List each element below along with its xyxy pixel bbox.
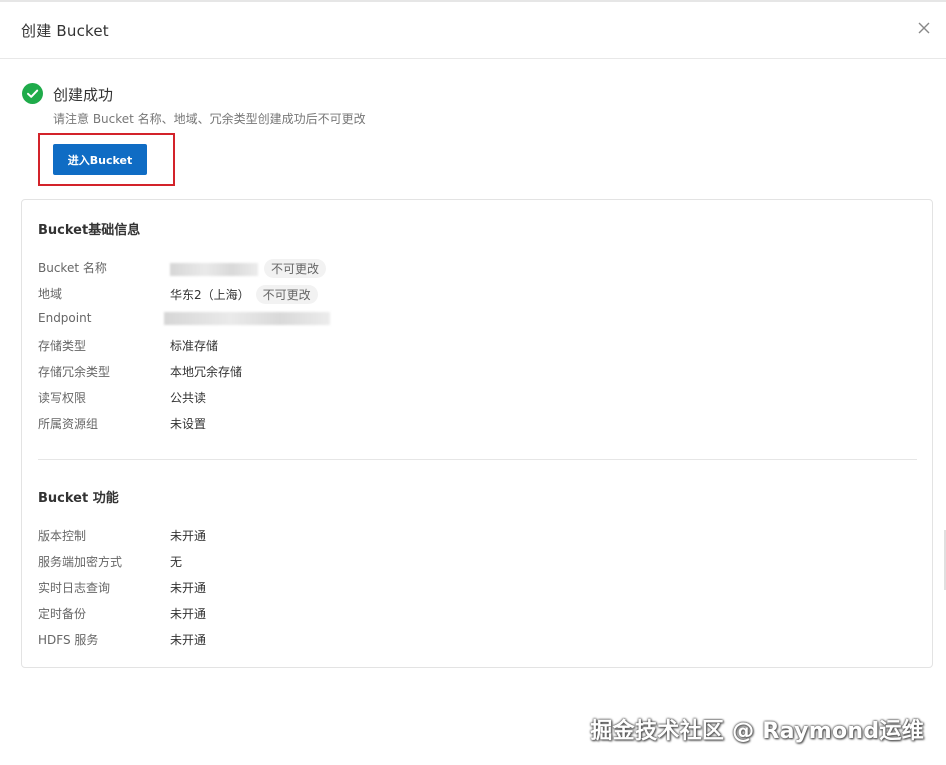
feature-row-realtime-log: 实时日志查询 未开通	[38, 579, 898, 597]
info-label: Endpoint	[38, 311, 92, 325]
success-note: 请注意 Bucket 名称、地域、冗余类型创建成功后不可更改	[53, 112, 366, 126]
close-icon	[918, 22, 930, 34]
info-row-resource-group: 所属资源组 未设置	[38, 415, 898, 433]
info-label: Bucket 名称	[38, 261, 107, 275]
redacted-endpoint	[164, 312, 330, 325]
info-label: 存储冗余类型	[38, 365, 111, 379]
feature-label: HDFS 服务	[38, 633, 99, 647]
section-divider	[38, 459, 917, 460]
info-row-acl: 读写权限 公共读	[38, 389, 898, 407]
feature-row-encryption: 服务端加密方式 无	[38, 553, 898, 571]
info-row-storage-class: 存储类型 标准存储	[38, 337, 898, 355]
feature-row-versioning: 版本控制 未开通	[38, 527, 898, 545]
info-label: 读写权限	[38, 391, 87, 405]
watermark: 掘金技术社区 @ Raymond运维	[590, 719, 924, 744]
basic-info-title: Bucket基础信息	[38, 223, 141, 238]
info-value: 本地冗余存储	[170, 365, 243, 379]
dialog-title: 创建 Bucket	[21, 22, 109, 40]
feature-label: 服务端加密方式	[38, 555, 123, 569]
immutable-tag: 不可更改	[264, 259, 327, 278]
check-circle-icon	[22, 83, 43, 104]
info-label: 地域	[38, 287, 63, 301]
region-value: 华东2（上海）	[170, 288, 250, 302]
feature-label: 版本控制	[38, 529, 87, 543]
info-value: 标准存储	[170, 339, 219, 353]
feature-value: 未开通	[170, 581, 207, 595]
dialog-header: 创建 Bucket	[0, 2, 946, 59]
feature-row-hdfs: HDFS 服务 未开通	[38, 631, 898, 649]
info-row-bucket-name: Bucket 名称 不可更改	[38, 259, 898, 278]
feature-label: 定时备份	[38, 607, 87, 621]
info-row-endpoint: Endpoint	[38, 311, 898, 329]
success-title: 创建成功	[53, 86, 114, 104]
info-value: 华东2（上海） 不可更改	[170, 285, 318, 304]
info-value: 未设置	[170, 417, 207, 431]
immutable-tag: 不可更改	[255, 285, 318, 304]
feature-label: 实时日志查询	[38, 581, 111, 595]
redacted-bucket-name	[170, 263, 258, 276]
info-row-redundancy: 存储冗余类型 本地冗余存储	[38, 363, 898, 381]
bucket-info-card: Bucket基础信息 Bucket 名称 不可更改 地域 华东2（上海） 不可更改…	[21, 199, 933, 668]
enter-bucket-button[interactable]: 进入Bucket	[53, 144, 147, 175]
info-value	[164, 311, 330, 325]
info-row-region: 地域 华东2（上海） 不可更改	[38, 285, 898, 304]
feature-value: 未开通	[170, 529, 207, 543]
feature-row-backup: 定时备份 未开通	[38, 605, 898, 623]
info-value: 不可更改	[170, 259, 327, 278]
close-button[interactable]	[914, 18, 934, 38]
feature-value: 无	[170, 555, 183, 569]
feature-value: 未开通	[170, 633, 207, 647]
info-label: 存储类型	[38, 339, 87, 353]
feature-value: 未开通	[170, 607, 207, 621]
info-label: 所属资源组	[38, 417, 99, 431]
info-value: 公共读	[170, 391, 207, 405]
features-title: Bucket 功能	[38, 491, 119, 506]
